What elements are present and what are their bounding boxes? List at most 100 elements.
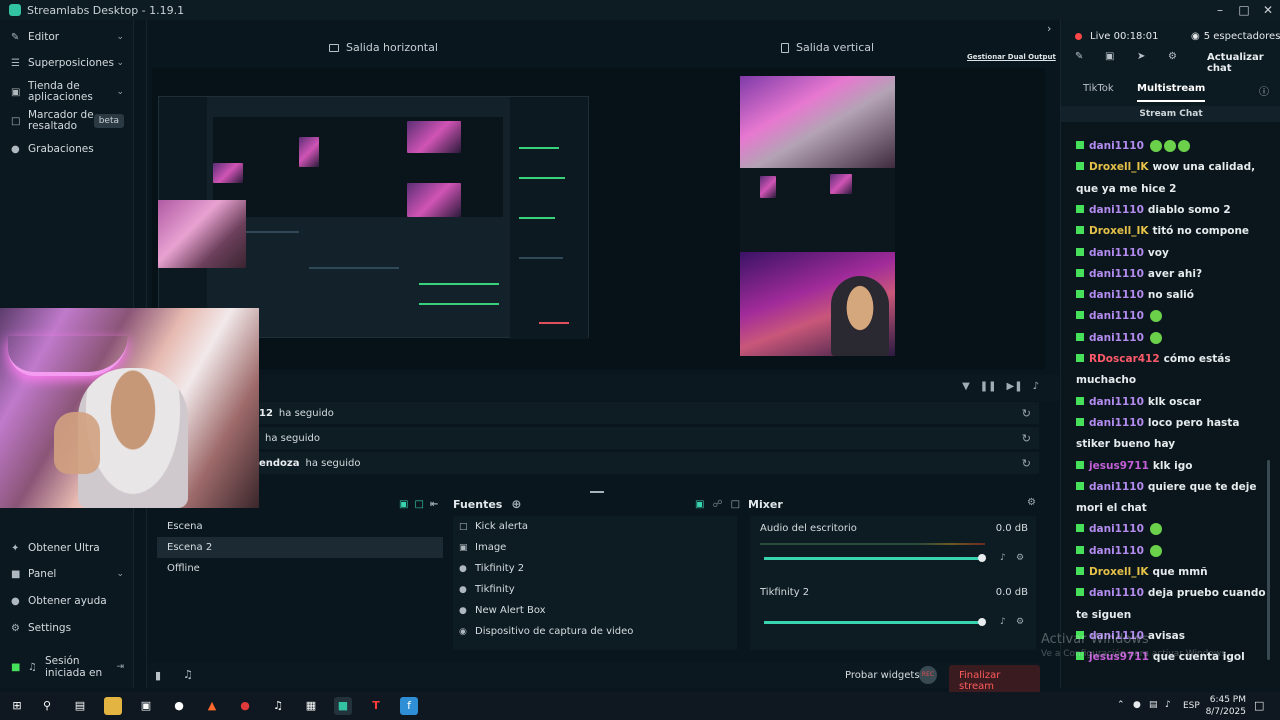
scene-collection-icon[interactable]: ▣ bbox=[695, 499, 704, 510]
replay-icon[interactable]: ↻ bbox=[1022, 432, 1031, 445]
replay-icon[interactable]: ↻ bbox=[1022, 457, 1031, 470]
chevron-down-icon[interactable]: ⌄ bbox=[116, 569, 124, 579]
tab-tiktok[interactable]: TikTok bbox=[1083, 83, 1114, 94]
channel-settings-gear-icon[interactable]: ⚙ bbox=[1016, 617, 1024, 627]
source-item[interactable]: ● Tikfinity 2 bbox=[459, 558, 524, 579]
source-item[interactable]: ▣ Image bbox=[459, 537, 506, 558]
close-icon[interactable]: ✕ bbox=[1256, 3, 1280, 17]
folder-icon[interactable]: □ bbox=[731, 499, 740, 510]
sidebar-item-recordings[interactable]: ● Grabaciones bbox=[0, 142, 134, 156]
chat-username[interactable]: dani1110 bbox=[1089, 523, 1144, 535]
logout-icon[interactable]: ⇥ bbox=[116, 662, 124, 672]
mic-icon[interactable]: ● bbox=[1133, 700, 1141, 710]
gear-icon[interactable]: ⚙ bbox=[1168, 51, 1177, 62]
notification-center-icon[interactable]: □ bbox=[1254, 699, 1264, 712]
chat-username[interactable]: dani1110 bbox=[1089, 332, 1144, 344]
sidebar-item-editor[interactable]: ✎ Editor ⌄ bbox=[0, 30, 134, 44]
sidebar-item-dashboard[interactable]: ■ Panel ⌄ bbox=[0, 567, 134, 581]
store-icon[interactable]: ▣ bbox=[137, 697, 155, 715]
share-icon[interactable]: ➤ bbox=[1137, 51, 1145, 62]
chat-username[interactable]: dani1110 bbox=[1089, 545, 1144, 557]
sidebar-item-highlighter[interactable]: □ Marcador de resaltado beta bbox=[0, 109, 134, 133]
mute-icon[interactable]: ♪ bbox=[1000, 553, 1006, 563]
chat-username[interactable]: dani1110 bbox=[1089, 268, 1144, 280]
source-item[interactable]: ◉ Dispositivo de captura de video bbox=[459, 621, 633, 642]
sidebar-item-app-store[interactable]: ▣ Tienda de aplicaciones ⌄ bbox=[0, 80, 134, 104]
chevron-down-icon[interactable]: ⌄ bbox=[116, 32, 124, 42]
file-explorer-icon[interactable] bbox=[104, 697, 122, 715]
edge-icon[interactable]: ● bbox=[170, 697, 188, 715]
refresh-chat-button[interactable]: Actualizar chat bbox=[1207, 52, 1280, 74]
chat-username[interactable]: jesus9711 bbox=[1089, 460, 1149, 472]
volume-icon[interactable]: ♪ bbox=[1033, 381, 1039, 392]
chat-username[interactable]: Droxell_IK bbox=[1089, 161, 1149, 173]
channel-settings-gear-icon[interactable]: ⚙ bbox=[1016, 553, 1024, 563]
manage-dual-output-link[interactable]: Gestionar Dual Output bbox=[967, 53, 1056, 61]
transition-icon[interactable]: ⇤ bbox=[430, 499, 438, 510]
source-item[interactable]: ● New Alert Box bbox=[459, 600, 546, 621]
chat-username[interactable]: dani1110 bbox=[1089, 289, 1144, 301]
chat-username[interactable]: dani1110 bbox=[1089, 481, 1144, 493]
source-item[interactable]: □ Kick alerta bbox=[459, 516, 528, 537]
volume-icon[interactable]: ♪ bbox=[1165, 700, 1171, 710]
chat-username[interactable]: dani1110 bbox=[1089, 587, 1144, 599]
notifications-icon[interactable]: ♫ bbox=[183, 668, 193, 681]
filter-icon[interactable]: ▼ bbox=[962, 381, 970, 392]
app-icon[interactable]: ● bbox=[236, 697, 254, 715]
mixer-settings-gear-icon[interactable]: ⚙ bbox=[1027, 497, 1036, 508]
mobile-icon[interactable]: □ bbox=[414, 499, 423, 510]
sidebar-item-settings[interactable]: ⚙ Settings bbox=[0, 621, 134, 635]
taskbar-clock[interactable]: 6:45 PM 8/7/2025 bbox=[1194, 694, 1246, 718]
app-f-icon[interactable]: f bbox=[400, 697, 418, 715]
tab-multistream[interactable]: Multistream bbox=[1137, 83, 1206, 102]
mute-icon[interactable]: ♪ bbox=[1000, 617, 1006, 627]
music-icon[interactable]: ♫ bbox=[269, 697, 287, 715]
task-view-icon[interactable]: ▤ bbox=[71, 697, 89, 715]
tikfinity-icon[interactable]: T bbox=[367, 697, 385, 715]
test-widgets-button[interactable]: Probar widgets bbox=[845, 670, 920, 681]
volume-knob[interactable] bbox=[978, 618, 986, 626]
chat-username[interactable]: RDoscar412 bbox=[1089, 353, 1160, 365]
record-button[interactable]: REC bbox=[919, 666, 937, 684]
chat-username[interactable]: Droxell_IK bbox=[1089, 566, 1149, 578]
chat-username[interactable]: dani1110 bbox=[1089, 247, 1144, 259]
clapper-icon[interactable]: ▣ bbox=[1105, 51, 1114, 62]
minimize-icon[interactable]: – bbox=[1208, 3, 1232, 17]
resize-handle[interactable] bbox=[590, 491, 604, 493]
maximize-icon[interactable]: □ bbox=[1232, 3, 1256, 17]
edit-icon[interactable]: ✎ bbox=[1075, 51, 1083, 62]
chat-username[interactable]: Droxell_IK bbox=[1089, 225, 1149, 237]
sidebar-item-help[interactable]: ● Obtener ayuda bbox=[0, 594, 134, 608]
chat-username[interactable]: dani1110 bbox=[1089, 204, 1144, 216]
volume-slider[interactable] bbox=[764, 554, 986, 562]
sidebar-item-session[interactable]: ■ ♫ Sesión iniciada en ⇥ bbox=[0, 654, 134, 680]
collapse-chat-icon[interactable]: › bbox=[1047, 22, 1051, 35]
sidebar-item-overlays[interactable]: ☰ Superposiciones ⌄ bbox=[0, 56, 134, 70]
info-icon[interactable]: ⓘ bbox=[1259, 83, 1269, 98]
link-icon[interactable]: ☍ bbox=[712, 499, 722, 510]
skip-icon[interactable]: ▶❚ bbox=[1007, 381, 1023, 392]
calculator-icon[interactable]: ▦ bbox=[302, 697, 320, 715]
volume-knob[interactable] bbox=[978, 554, 986, 562]
windows-start-icon[interactable]: ⊞ bbox=[8, 697, 26, 715]
replay-icon[interactable]: ↻ bbox=[1022, 407, 1031, 420]
pause-icon[interactable]: ❚❚ bbox=[980, 381, 997, 392]
chat-username[interactable]: dani1110 bbox=[1089, 417, 1144, 429]
scene-item[interactable]: Escena bbox=[157, 516, 443, 537]
source-item[interactable]: ● Tikfinity bbox=[459, 579, 515, 600]
chevron-down-icon[interactable]: ⌄ bbox=[116, 87, 124, 97]
brave-icon[interactable]: ▲ bbox=[203, 697, 221, 715]
sidebar-item-get-ultra[interactable]: ✦ Obtener Ultra bbox=[0, 541, 134, 555]
add-source-icon[interactable]: ⊕ bbox=[511, 497, 521, 511]
volume-slider[interactable] bbox=[764, 618, 986, 626]
chat-username[interactable]: dani1110 bbox=[1089, 140, 1144, 152]
scene-item-selected[interactable]: Escena 2 bbox=[157, 537, 443, 558]
stats-icon[interactable]: ▮ bbox=[155, 669, 161, 682]
search-icon[interactable]: ⚲ bbox=[38, 697, 56, 715]
tray-chevron-icon[interactable]: ⌃ bbox=[1117, 700, 1125, 710]
chevron-down-icon[interactable]: ⌄ bbox=[116, 58, 124, 68]
streamlabs-taskbar-icon[interactable]: ■ bbox=[334, 697, 352, 715]
desktop-icon[interactable]: ▣ bbox=[399, 499, 408, 510]
scene-item[interactable]: Offline bbox=[157, 558, 443, 579]
network-icon[interactable]: ▤ bbox=[1149, 700, 1158, 710]
